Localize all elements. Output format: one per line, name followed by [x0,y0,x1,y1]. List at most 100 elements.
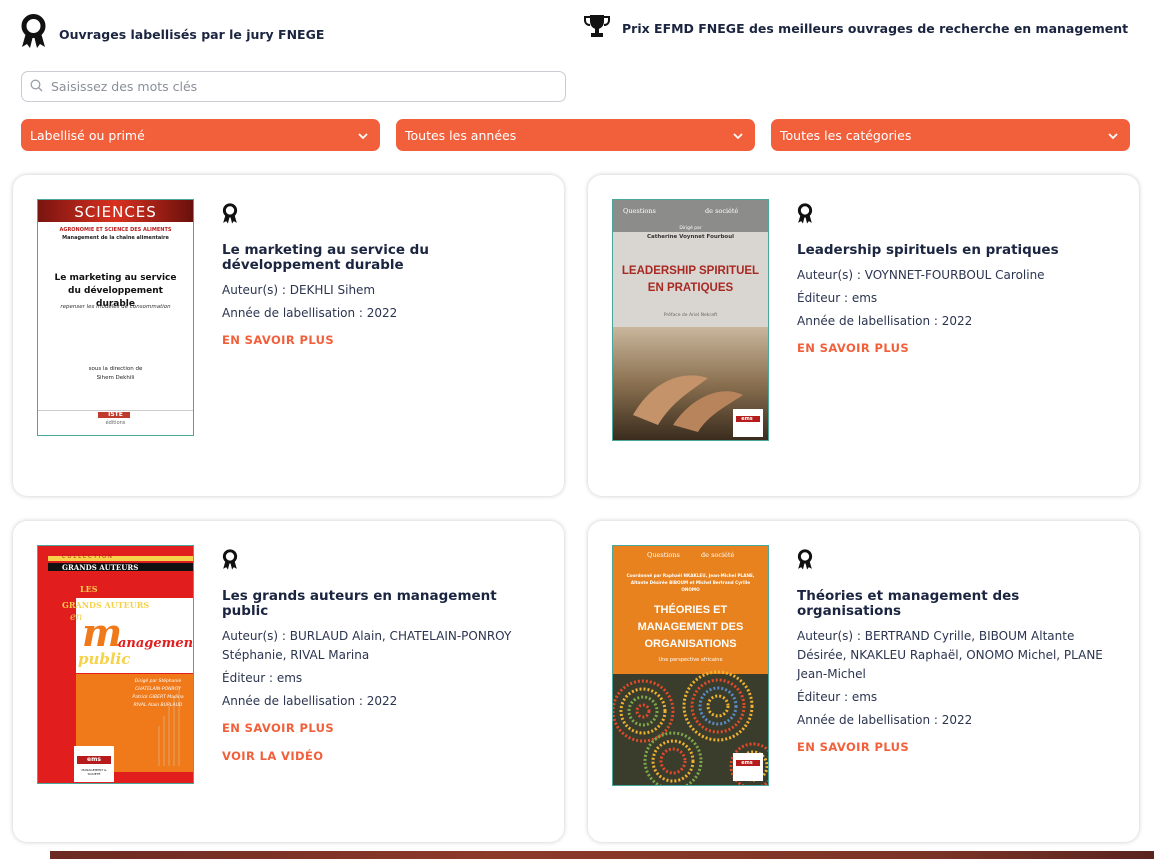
publisher-label: Éditeur : [222,671,277,685]
cover-subtitle: Une perspective africaine [658,657,723,663]
cover-public: public [78,650,131,668]
filter-years-select[interactable]: Toutes les années [396,119,755,151]
publisher-value: ems [851,690,878,704]
search-icon [30,77,43,96]
book-year: Année de labellisation : 2022 [222,692,542,711]
authors-label: Auteur(s) : [797,268,865,282]
legend-labelled-text: Ouvrages labellisés par le jury FNEGE [59,26,325,42]
book-cover[interactable]: SCIENCES AGRONOMIE ET SCIENCE DES ALIMEN… [37,199,194,436]
cover-series-right: de société [701,551,735,559]
publisher-value: ems [276,671,303,685]
ribbon-award-icon [222,203,542,225]
cover-publisher: ems [741,416,753,422]
year-label: Année de labellisation : [222,306,367,320]
cover-series-left: Questions [647,551,680,559]
filter-status-value: Labellisé ou primé [30,127,145,143]
book-publisher: Éditeur : ems [222,669,542,688]
authors-value: VOYNNET-FOURBOUL Caroline [864,268,1045,282]
filter-years-value: Toutes les années [405,127,517,143]
cover-subtitle: repenser les modèles de consommation [60,304,171,310]
cover-anagement: anagement [118,636,194,651]
cover-subject: AGRONOMIE ET SCIENCE DES ALIMENTS [59,227,172,233]
book-year: Année de labellisation : 2022 [797,312,1117,331]
bottom-banner [50,851,1154,859]
ribbon-award-icon [797,203,1117,225]
book-title: Le marketing au service du développement… [222,242,429,273]
cover-director: Catherine Voynnet Fourboul [646,234,735,240]
cover-en: en [70,612,83,623]
book-cover[interactable]: Questions de société Coordonné par Rapha… [612,545,769,786]
cover-series: SCIENCES [74,203,157,221]
cover-publisher-sub: éditions [105,420,126,426]
filter-categories-value: Toutes les catégories [780,127,912,143]
cover-series-right: de société [705,207,739,215]
publisher-value: ems [851,291,878,305]
more-link[interactable]: EN SAVOIR PLUS [797,341,1117,355]
cover-m: m [82,610,123,655]
book-publisher: Éditeur : ems [797,688,1117,707]
book-authors: Auteur(s) : DEKHLI Sihem [222,281,542,300]
filter-status-select[interactable]: Labellisé ou primé [21,119,380,151]
chevron-down-icon [733,128,743,143]
cover-direction-name: Sihem Dekhili [96,375,135,381]
ribbon-award-icon [20,14,47,54]
book-card[interactable]: SCIENCES AGRONOMIE ET SCIENCE DES ALIMEN… [13,175,564,496]
year-value: 2022 [941,314,973,328]
legend-prize: Prix EFMD FNEGE des meilleurs ouvrages d… [584,14,1128,42]
authors-label: Auteur(s) : [222,629,290,643]
year-value: 2022 [941,713,973,727]
book-card[interactable]: COLLECTION GRANDS AUTEURS LES GRANDS AUT… [13,521,564,842]
book-card[interactable]: Questions de société Dirigé par Catherin… [588,175,1139,496]
book-card[interactable]: Questions de société Coordonné par Rapha… [588,521,1139,842]
more-link[interactable]: EN SAVOIR PLUS [222,333,542,347]
cover-title: LEADERSHIP SPIRITUEL EN PRATIQUES [621,265,760,294]
book-cover[interactable]: Questions de société Dirigé par Catherin… [612,199,769,441]
legend-labelled: Ouvrages labellisés par le jury FNEGE [20,14,324,54]
cover-publisher-sub: MANAGEMENT & SOCIÉTÉ [81,768,107,776]
book-year: Année de labellisation : 2022 [797,711,1117,730]
book-authors: Auteur(s) : BURLAUD Alain, CHATELAIN-PON… [222,627,542,665]
chevron-down-icon [1108,128,1118,143]
year-label: Année de labellisation : [797,713,942,727]
book-title: Leadership spirituels en pratiques [797,242,1059,258]
year-label: Année de labellisation : [222,694,367,708]
book-cover[interactable]: COLLECTION GRANDS AUTEURS LES GRANDS AUT… [37,545,194,784]
publisher-label: Éditeur : [797,291,852,305]
more-link[interactable]: EN SAVOIR PLUS [222,721,542,735]
book-title: Les grands auteurs en management public [222,588,497,619]
book-year: Année de labellisation : 2022 [222,304,542,323]
book-title: Théories et management des organisations [797,588,1020,619]
book-info: Les grands auteurs en management public … [222,549,542,763]
cover-collection-label: COLLECTION [62,554,114,560]
cover-director-label: Dirigé par [679,226,702,231]
cover-publisher: ems [741,760,753,766]
book-info: Leadership spirituels en pratiques Auteu… [797,203,1117,355]
search-box[interactable] [21,71,566,102]
cover-publisher: ISTE [108,411,123,418]
cover-publisher: ems [87,756,101,763]
filter-categories-select[interactable]: Toutes les catégories [771,119,1130,151]
ribbon-award-icon [222,549,542,571]
publisher-label: Éditeur : [797,690,852,704]
authors-label: Auteur(s) : [222,283,290,297]
cover-series-left: Questions [623,207,656,215]
authors-value: DEKHLI Sihem [289,283,376,297]
cover-collection: Management de la chaîne alimentaire [62,235,169,241]
year-value: 2022 [366,306,398,320]
year-label: Année de labellisation : [797,314,942,328]
more-link[interactable]: EN SAVOIR PLUS [797,740,1117,754]
chevron-down-icon [358,128,368,143]
book-publisher: Éditeur : ems [797,289,1117,308]
book-info: Théories et management des organisations… [797,549,1117,754]
video-link[interactable]: VOIR LA VIDÉO [222,749,542,763]
book-authors: Auteur(s) : BERTRAND Cyrille, BIBOUM Alt… [797,627,1117,684]
legend-prize-text: Prix EFMD FNEGE des meilleurs ouvrages d… [622,20,1129,36]
cover-title: THÉORIES ET MANAGEMENT DES ORGANISATIONS [637,604,744,650]
cover-coordination: Coordonné par Raphaël NKAKLEU, Jean-Mich… [626,573,755,592]
cover-direction-label: sous la direction de [88,366,143,372]
cover-grands: GRANDS AUTEURS [62,600,150,610]
year-value: 2022 [366,694,398,708]
cover-preface: Préface de Ariel Nekraft [663,313,718,318]
trophy-icon [584,14,610,42]
search-input[interactable] [49,78,533,95]
